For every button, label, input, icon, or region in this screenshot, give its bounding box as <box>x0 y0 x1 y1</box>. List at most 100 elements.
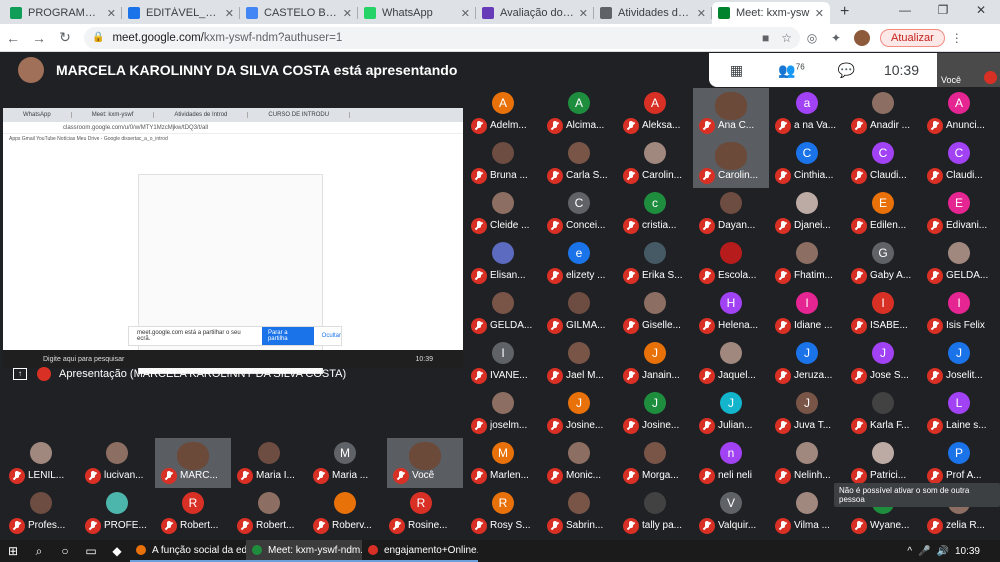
participant-tile[interactable]: GELDA... <box>921 238 997 288</box>
participant-tile[interactable]: J Jeruza... <box>769 338 845 388</box>
participant-tile[interactable]: Maria I... <box>231 438 307 488</box>
self-view-top[interactable]: Você <box>937 53 1000 87</box>
volume-icon[interactable]: 🔊 <box>937 546 949 557</box>
back-icon[interactable]: ← <box>0 30 26 46</box>
star-icon[interactable]: ☆ <box>781 31 792 45</box>
participant-tile[interactable]: PROFE... <box>79 488 155 538</box>
restore-icon[interactable]: ❐ <box>924 0 962 22</box>
menu-icon[interactable]: ⋮ <box>945 31 969 45</box>
cortana-icon[interactable]: ○ <box>52 544 78 558</box>
participant-tile[interactable]: Carla S... <box>541 138 617 188</box>
self-video-tile[interactable]: Você <box>387 438 463 488</box>
participant-tile[interactable]: A Alcima... <box>541 88 617 138</box>
participant-tile[interactable]: I IVANE... <box>465 338 541 388</box>
mic-icon[interactable]: 🎤 <box>918 546 930 557</box>
close-tab-icon[interactable]: ✕ <box>343 7 352 20</box>
camera-icon[interactable]: ■ <box>762 31 769 45</box>
participant-tile[interactable]: A Anunci... <box>921 88 997 138</box>
participant-tile[interactable]: LENIL... <box>3 438 79 488</box>
close-tab-icon[interactable]: ✕ <box>579 7 588 20</box>
chevron-up-icon[interactable]: ^ <box>907 546 912 557</box>
participant-tile[interactable]: E Edilen... <box>845 188 921 238</box>
participant-tile[interactable]: J Janain... <box>617 338 693 388</box>
participant-tile[interactable]: e elizety ... <box>541 238 617 288</box>
search-icon[interactable]: ⌕ <box>26 544 52 559</box>
minimize-icon[interactable]: — <box>886 0 924 22</box>
participant-tile[interactable]: Jael M... <box>541 338 617 388</box>
new-tab-icon[interactable]: + <box>830 2 859 24</box>
participant-tile[interactable]: Carolin... <box>617 138 693 188</box>
close-tab-icon[interactable]: ✕ <box>107 7 116 20</box>
browser-tab[interactable]: Meet: kxm-ysw ✕ <box>712 2 830 24</box>
browser-tab[interactable]: Avaliação do Work ✕ <box>476 2 594 24</box>
participant-tile[interactable]: A Adelm... <box>465 88 541 138</box>
close-tab-icon[interactable]: ✕ <box>697 7 706 20</box>
forward-icon[interactable]: → <box>26 30 52 46</box>
participant-tile[interactable]: Djanei... <box>769 188 845 238</box>
participant-tile[interactable]: Nelinh... <box>769 438 845 488</box>
close-tab-icon[interactable]: ✕ <box>815 7 824 20</box>
participant-tile[interactable]: L Laine s... <box>921 388 997 438</box>
participant-tile[interactable]: R Rosine... <box>383 488 459 538</box>
chat-icon[interactable]: 💬 <box>819 62 874 79</box>
windows-start-icon[interactable]: ⊞ <box>0 544 26 558</box>
participant-tile[interactable]: I Isis Felix <box>921 288 997 338</box>
participant-tile[interactable]: H Helena... <box>693 288 769 338</box>
participant-tile[interactable]: C Claudi... <box>845 138 921 188</box>
participant-tile[interactable]: Profes... <box>3 488 79 538</box>
browser-tab[interactable]: Atividades de Intro ✕ <box>594 2 712 24</box>
participant-tile[interactable]: I ISABE... <box>845 288 921 338</box>
participant-tile[interactable]: Morga... <box>617 438 693 488</box>
participant-tile[interactable]: Patrici... <box>845 438 921 488</box>
participant-tile[interactable]: Erika S... <box>617 238 693 288</box>
participant-tile[interactable]: J Jose S... <box>845 338 921 388</box>
taskbar-app[interactable]: engajamento+Online... <box>362 540 478 562</box>
participant-tile[interactable]: G Gaby A... <box>845 238 921 288</box>
close-tab-icon[interactable]: ✕ <box>461 7 470 20</box>
close-window-icon[interactable]: ✕ <box>962 0 1000 22</box>
participant-tile[interactable]: Monic... <box>541 438 617 488</box>
participant-tile[interactable]: Giselle... <box>617 288 693 338</box>
participant-tile[interactable]: Ana C... <box>693 88 769 138</box>
participant-tile[interactable]: Fhatim... <box>769 238 845 288</box>
participant-tile[interactable]: M Maria ... <box>307 438 383 488</box>
participant-tile[interactable]: C Claudi... <box>921 138 997 188</box>
participant-tile[interactable]: GELDA... <box>465 288 541 338</box>
browser-tab[interactable]: PROGRAMAÇÃO S ✕ <box>4 2 122 24</box>
app-icon[interactable]: ◆ <box>104 544 130 558</box>
puzzle-icon[interactable]: ✦ <box>824 31 848 45</box>
profile-avatar[interactable] <box>854 29 870 46</box>
participant-tile[interactable]: J Josine... <box>617 388 693 438</box>
participant-tile[interactable]: Dayan... <box>693 188 769 238</box>
participant-tile[interactable]: P Prof A... <box>921 438 997 488</box>
extension-icon[interactable]: ◎ <box>800 31 824 45</box>
address-bar[interactable]: 🔒 meet.google.com/kxm-yswf-ndm?authuser=… <box>84 26 800 49</box>
participant-tile[interactable]: joselm... <box>465 388 541 438</box>
close-tab-icon[interactable]: ✕ <box>225 7 234 20</box>
participant-tile[interactable]: Sabrin... <box>541 488 617 538</box>
participant-tile[interactable]: I Idiane ... <box>769 288 845 338</box>
participant-tile[interactable]: Bruna ... <box>465 138 541 188</box>
participant-tile[interactable]: J Joselit... <box>921 338 997 388</box>
participant-tile[interactable]: Cleide ... <box>465 188 541 238</box>
participant-tile[interactable]: A Aleksa... <box>617 88 693 138</box>
participant-tile[interactable]: Roberv... <box>307 488 383 538</box>
participant-tile[interactable]: R Robert... <box>155 488 231 538</box>
browser-tab[interactable]: WhatsApp ✕ <box>358 2 476 24</box>
browser-tab[interactable]: EDITÁVEL_DISSERT ✕ <box>122 2 240 24</box>
participant-tile[interactable]: C Cinthia... <box>769 138 845 188</box>
participant-tile[interactable]: Elisan... <box>465 238 541 288</box>
people-icon[interactable]: 👥76 <box>764 62 819 79</box>
participant-tile[interactable]: Escola... <box>693 238 769 288</box>
participant-tile[interactable]: tally pa... <box>617 488 693 538</box>
participant-tile[interactable]: n neli neli <box>693 438 769 488</box>
participant-tile[interactable]: GILMA... <box>541 288 617 338</box>
participant-tile[interactable]: lucivan... <box>79 438 155 488</box>
participant-tile[interactable]: J Julian... <box>693 388 769 438</box>
task-view-icon[interactable]: ▭ <box>78 544 104 558</box>
participant-tile[interactable]: J Juva T... <box>769 388 845 438</box>
participant-tile[interactable]: Carolin... <box>693 138 769 188</box>
participant-tile[interactable]: Robert... <box>231 488 307 538</box>
participant-tile[interactable]: C Concei... <box>541 188 617 238</box>
participant-tile[interactable]: c cristia... <box>617 188 693 238</box>
